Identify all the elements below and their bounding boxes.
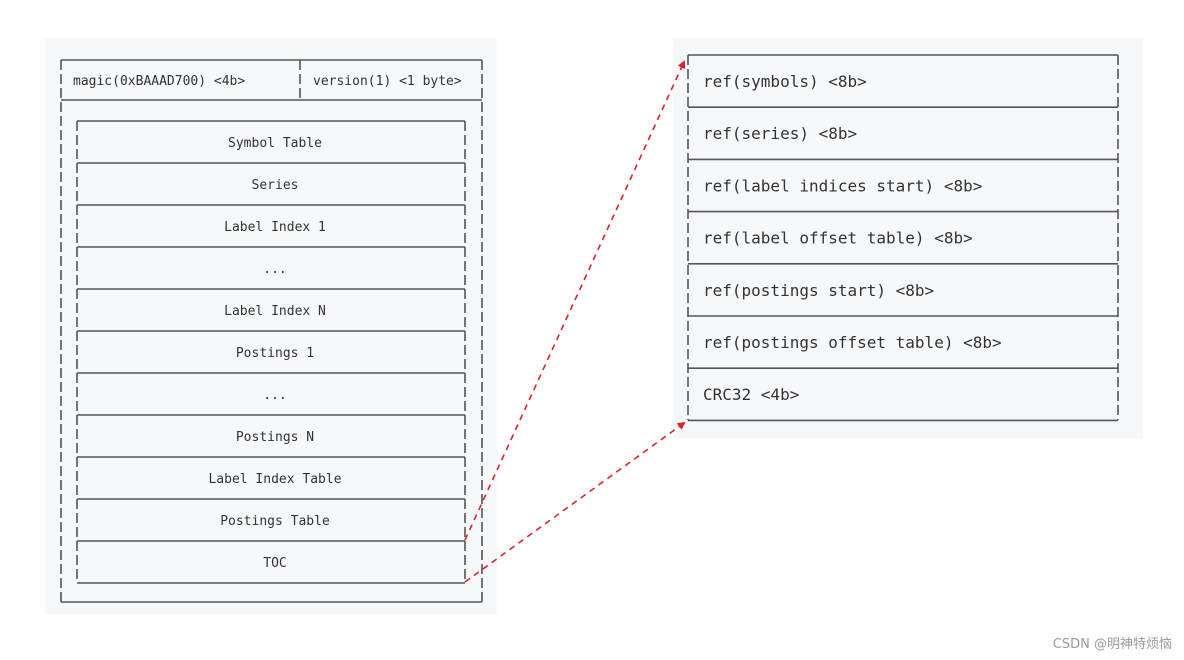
toc-end-arrow xyxy=(464,421,686,583)
toc-entry: ref(label indices start) <8b> xyxy=(703,176,982,195)
section-toc: TOC xyxy=(263,556,286,571)
toc-entry: CRC32 <4b> xyxy=(703,385,799,404)
section-postings-n: Postings N xyxy=(236,430,314,445)
section-symbol-table: Symbol Table xyxy=(228,136,322,151)
toc-entry: ref(postings start) <8b> xyxy=(703,281,934,300)
index-format-diagram: magic(0xBAAAD700) <4b> version(1) <1 byt… xyxy=(45,38,1143,614)
section-label-index-table: Label Index Table xyxy=(208,472,341,487)
section-label-index-1: Label Index 1 xyxy=(224,220,326,235)
section-postings-1: Postings 1 xyxy=(236,346,314,361)
toc-entry: ref(symbols) <8b> xyxy=(703,72,867,91)
toc-start-arrow xyxy=(464,60,686,541)
section-label-index-n: Label Index N xyxy=(224,304,326,319)
toc-entry: ref(postings offset table) <8b> xyxy=(703,333,1002,352)
toc-entry: ref(series) <8b> xyxy=(703,124,857,143)
section-ellipsis: ... xyxy=(263,262,286,277)
section-series: Series xyxy=(252,178,299,193)
toc-entry: ref(label offset table) <8b> xyxy=(703,229,973,248)
magic-field: magic(0xBAAAD700) <4b> xyxy=(73,74,245,89)
version-field: version(1) <1 byte> xyxy=(313,74,462,89)
watermark: CSDN @明神特烦恼 xyxy=(1052,637,1172,652)
section-ellipsis: ... xyxy=(263,388,286,403)
section-postings-table: Postings Table xyxy=(220,514,330,529)
